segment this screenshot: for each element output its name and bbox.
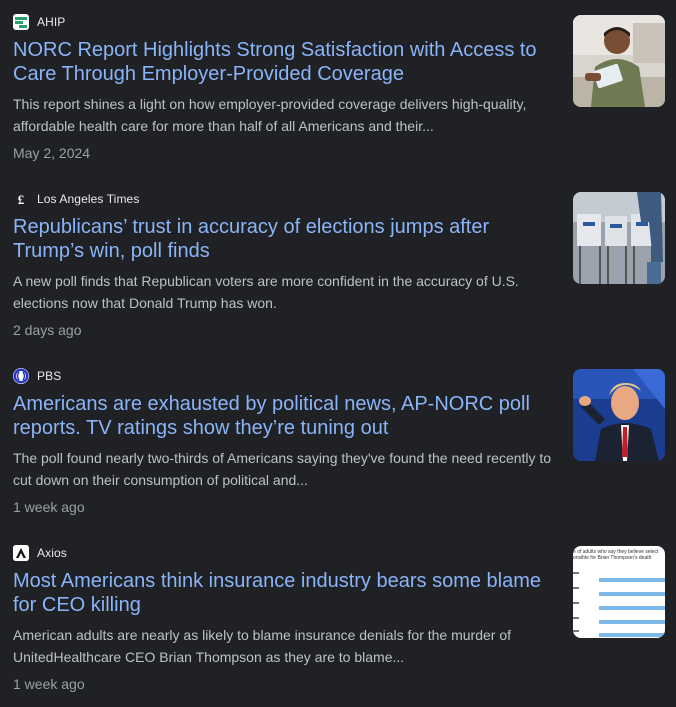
article-date: 1 week ago (13, 499, 85, 515)
article-date: 2 days ago (13, 322, 82, 338)
source-name: PBS (37, 369, 62, 383)
article-snippet: American adults are nearly as likely to … (13, 627, 512, 665)
trump-pointing-image[interactable] (573, 369, 665, 461)
article-headline[interactable]: Most Americans think insurance industry … (13, 569, 558, 617)
svg-text:£: £ (18, 192, 25, 207)
news-feed: AHIP NORC Report Highlights Strong Satis… (0, 0, 676, 707)
source-name: Axios (37, 546, 67, 560)
article-date: 1 week ago (13, 676, 85, 692)
article-headline[interactable]: Americans are exhausted by political new… (13, 392, 558, 440)
source-row: Axios (13, 545, 67, 561)
article-snippet: A new poll finds that Republican voters … (13, 273, 519, 311)
source-row: PBS (13, 368, 61, 384)
article-headline[interactable]: Republicans’ trust in accuracy of electi… (13, 215, 558, 263)
la-times-logo-icon: £ (13, 191, 29, 207)
thumb-chart-title: e of adults who say they believe select … (573, 549, 659, 561)
news-article[interactable]: £ Los Angeles Times Republicans’ trust i… (0, 177, 676, 354)
axios-logo-icon (13, 545, 29, 561)
source-name: AHIP (37, 15, 66, 29)
news-article[interactable]: Axios Most Americans think insurance ind… (0, 531, 676, 707)
article-snippet: The poll found nearly two-thirds of Amer… (13, 450, 552, 488)
source-name: Los Angeles Times (37, 192, 140, 206)
poll-chart-image[interactable]: e of adults who say they believe select … (573, 546, 665, 638)
source-row: AHIP (13, 14, 65, 30)
article-snippet: This report shines a light on how employ… (13, 96, 527, 134)
news-article[interactable]: PBS Americans are exhausted by political… (0, 354, 676, 531)
voting-booths-image[interactable] (573, 192, 665, 284)
man-with-tablet-image[interactable] (573, 15, 665, 107)
article-headline[interactable]: NORC Report Highlights Strong Satisfacti… (13, 38, 558, 86)
article-date: May 2, 2024 (13, 145, 91, 161)
source-row: £ Los Angeles Times (13, 191, 139, 207)
ahip-logo-icon (13, 14, 29, 30)
news-article[interactable]: AHIP NORC Report Highlights Strong Satis… (0, 0, 676, 177)
pbs-logo-icon (13, 368, 29, 384)
